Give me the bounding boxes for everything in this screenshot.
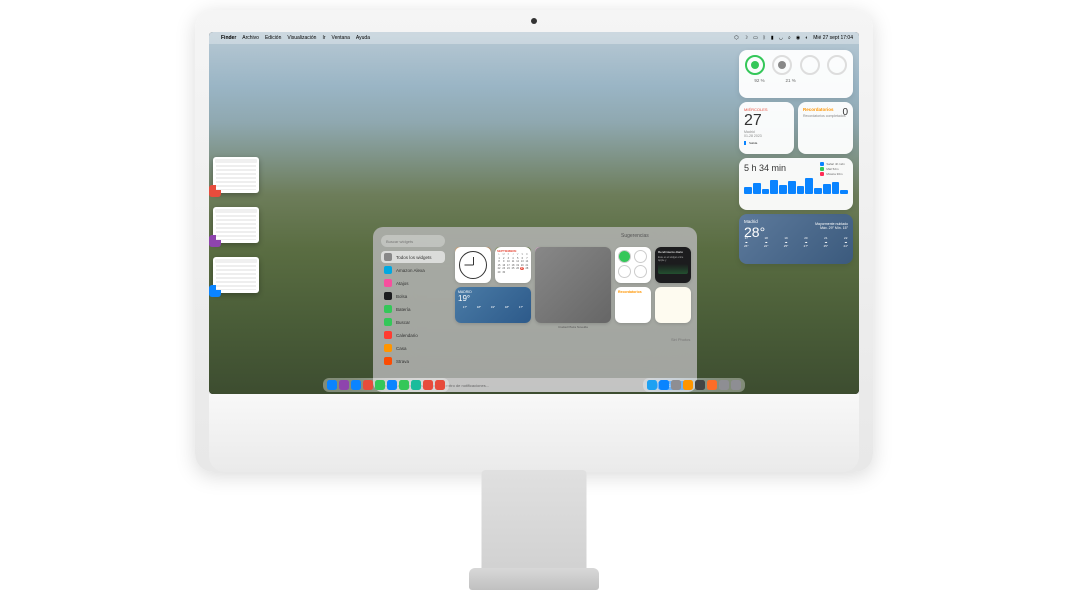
dock-app-2[interactable] — [351, 380, 361, 390]
widget-search-input[interactable]: Buscar widgets — [381, 235, 445, 247]
sidebar-item-amazon-alexa[interactable]: Amazon Alexa — [381, 264, 445, 276]
menu-archivo[interactable]: Archivo — [242, 35, 259, 41]
widget-calendar[interactable]: SEPTIEMBRE LMXJVSD1234567891011121314151… — [495, 247, 531, 283]
imac-frame: Finder Archivo Edición Visualización Ir … — [195, 10, 873, 472]
dock-app-r-7[interactable] — [731, 380, 741, 390]
dock-app-1[interactable] — [339, 380, 349, 390]
menu-ayuda[interactable]: Ayuda — [356, 35, 370, 41]
menu-edicion[interactable]: Edición — [265, 35, 281, 41]
widget-weather[interactable]: MADRID 19° 17°18°19°18°17° — [455, 287, 531, 323]
device-ring-2 — [772, 55, 792, 75]
imac-chin — [209, 394, 859, 472]
app-icon — [384, 344, 392, 352]
sidebar-item-bolsa[interactable]: Bolsa — [381, 290, 445, 302]
dock-right-section — [643, 378, 745, 392]
display-icon[interactable]: ▭ — [753, 35, 758, 41]
wifi-icon[interactable]: ◡ — [779, 35, 783, 41]
dock-app-r-0[interactable] — [647, 380, 657, 390]
dock-app-8[interactable] — [423, 380, 433, 390]
section-suggested: Sugerencias — [621, 233, 649, 239]
imac-stand-base — [469, 568, 599, 590]
imac-stand-neck — [481, 470, 586, 580]
dock-app-5[interactable] — [387, 380, 397, 390]
dock-app-r-6[interactable] — [719, 380, 729, 390]
dock-app-4[interactable] — [375, 380, 385, 390]
stage-window-1[interactable] — [213, 157, 259, 193]
sidebar-item-todos-los-widgets[interactable]: Todos los widgets — [381, 251, 445, 263]
dock-app-r-1[interactable] — [659, 380, 669, 390]
widget-reminders[interactable]: Recordatorios — [615, 287, 651, 323]
sidebar-item-atajos[interactable]: Atajos — [381, 277, 445, 289]
spotlight-icon[interactable]: ⌕ — [788, 35, 791, 41]
sidebar-item-casa[interactable]: Casa — [381, 342, 445, 354]
app-icon — [384, 357, 392, 365]
dock-left-section — [323, 378, 449, 392]
app-icon — [384, 318, 392, 326]
device-ring-4 — [827, 55, 847, 75]
widget-stocks[interactable]: Rendimiento diario Este es el widget ent… — [655, 247, 691, 283]
dock-app-7[interactable] — [411, 380, 421, 390]
dock — [323, 378, 745, 392]
desktop-widgets: 92 % 21 % miércoles 27 Madrid 01-28 2023… — [739, 50, 853, 268]
widget-clock[interactable] — [455, 247, 491, 283]
widget-gallery: SEPTIEMBRE LMXJVSD1234567891011121314151… — [455, 247, 689, 374]
app-icon — [384, 331, 392, 339]
dock-app-0[interactable] — [327, 380, 337, 390]
focus-icon[interactable]: ☽ — [744, 35, 748, 41]
widget-photos[interactable]: Ciudad Plaza Novelda — [535, 247, 611, 323]
app-icon — [384, 305, 392, 313]
menu-ventana[interactable]: Ventana — [332, 35, 350, 41]
device-ring-3 — [800, 55, 820, 75]
app-icon — [384, 266, 392, 274]
siri-icon[interactable]: ◐ — [805, 35, 808, 41]
dock-app-r-5[interactable] — [707, 380, 717, 390]
reminders-widget[interactable]: Recordatorios 0 Recordatorios completado… — [798, 102, 853, 154]
sidebar-item-batería[interactable]: Batería — [381, 303, 445, 315]
app-icon — [384, 253, 392, 261]
stage-window-3[interactable] — [213, 257, 259, 293]
dock-app-r-3[interactable] — [683, 380, 693, 390]
dock-app-3[interactable] — [363, 380, 373, 390]
menubar-datetime[interactable]: Mié 27 sept 17:04 — [813, 35, 853, 41]
screen: Finder Archivo Edición Visualización Ir … — [209, 32, 859, 394]
menubar: Finder Archivo Edición Visualización Ir … — [209, 32, 859, 44]
widget-home[interactable] — [615, 247, 651, 283]
app-icon — [384, 279, 392, 287]
widget-app-sidebar: Todos los widgetsAmazon AlexaAtajosBolsa… — [381, 251, 445, 368]
weather-widget[interactable]: Madrid 28° Mayormente nublado Máx. 29° M… — [739, 214, 853, 264]
control-center-icon[interactable]: ◉ — [796, 35, 800, 41]
stage-manager-strip — [213, 157, 265, 307]
dock-app-6[interactable] — [399, 380, 409, 390]
sidebar-item-strava[interactable]: Strava — [381, 355, 445, 367]
widget-notes[interactable] — [655, 287, 691, 323]
menu-ir[interactable]: Ir — [322, 35, 325, 41]
dock-app-r-4[interactable] — [695, 380, 705, 390]
calendar-widget[interactable]: miércoles 27 Madrid 01-28 2023 Salida — [739, 102, 794, 154]
dock-app-9[interactable] — [435, 380, 445, 390]
sidebar-item-calendario[interactable]: Calendario — [381, 329, 445, 341]
sidebar-item-buscar[interactable]: Buscar — [381, 316, 445, 328]
menu-visualizacion[interactable]: Visualización — [287, 35, 316, 41]
camera — [531, 18, 537, 24]
airdrop-icon[interactable]: ⬡ — [734, 35, 738, 41]
desktop-wallpaper: Finder Archivo Edición Visualización Ir … — [209, 32, 859, 394]
battery-pct-1: 92 % — [754, 78, 764, 83]
menubar-app[interactable]: Finder — [221, 35, 236, 41]
home-widget[interactable]: 92 % 21 % — [739, 50, 853, 98]
stage-window-2[interactable] — [213, 207, 259, 243]
battery-icon[interactable]: ▮ — [771, 35, 774, 41]
app-icon — [384, 292, 392, 300]
widget-editor-panel: Buscar widgets Todos los widgetsAmazon A… — [373, 227, 697, 392]
bluetooth-icon[interactable]: ᛒ — [763, 35, 766, 41]
device-ring-1 — [745, 55, 765, 75]
screentime-widget[interactable]: 5 h 34 min Safari 4h 12mMail 52mMúsica 3… — [739, 158, 853, 210]
dock-app-r-2[interactable] — [671, 380, 681, 390]
battery-pct-2: 21 % — [786, 78, 796, 83]
